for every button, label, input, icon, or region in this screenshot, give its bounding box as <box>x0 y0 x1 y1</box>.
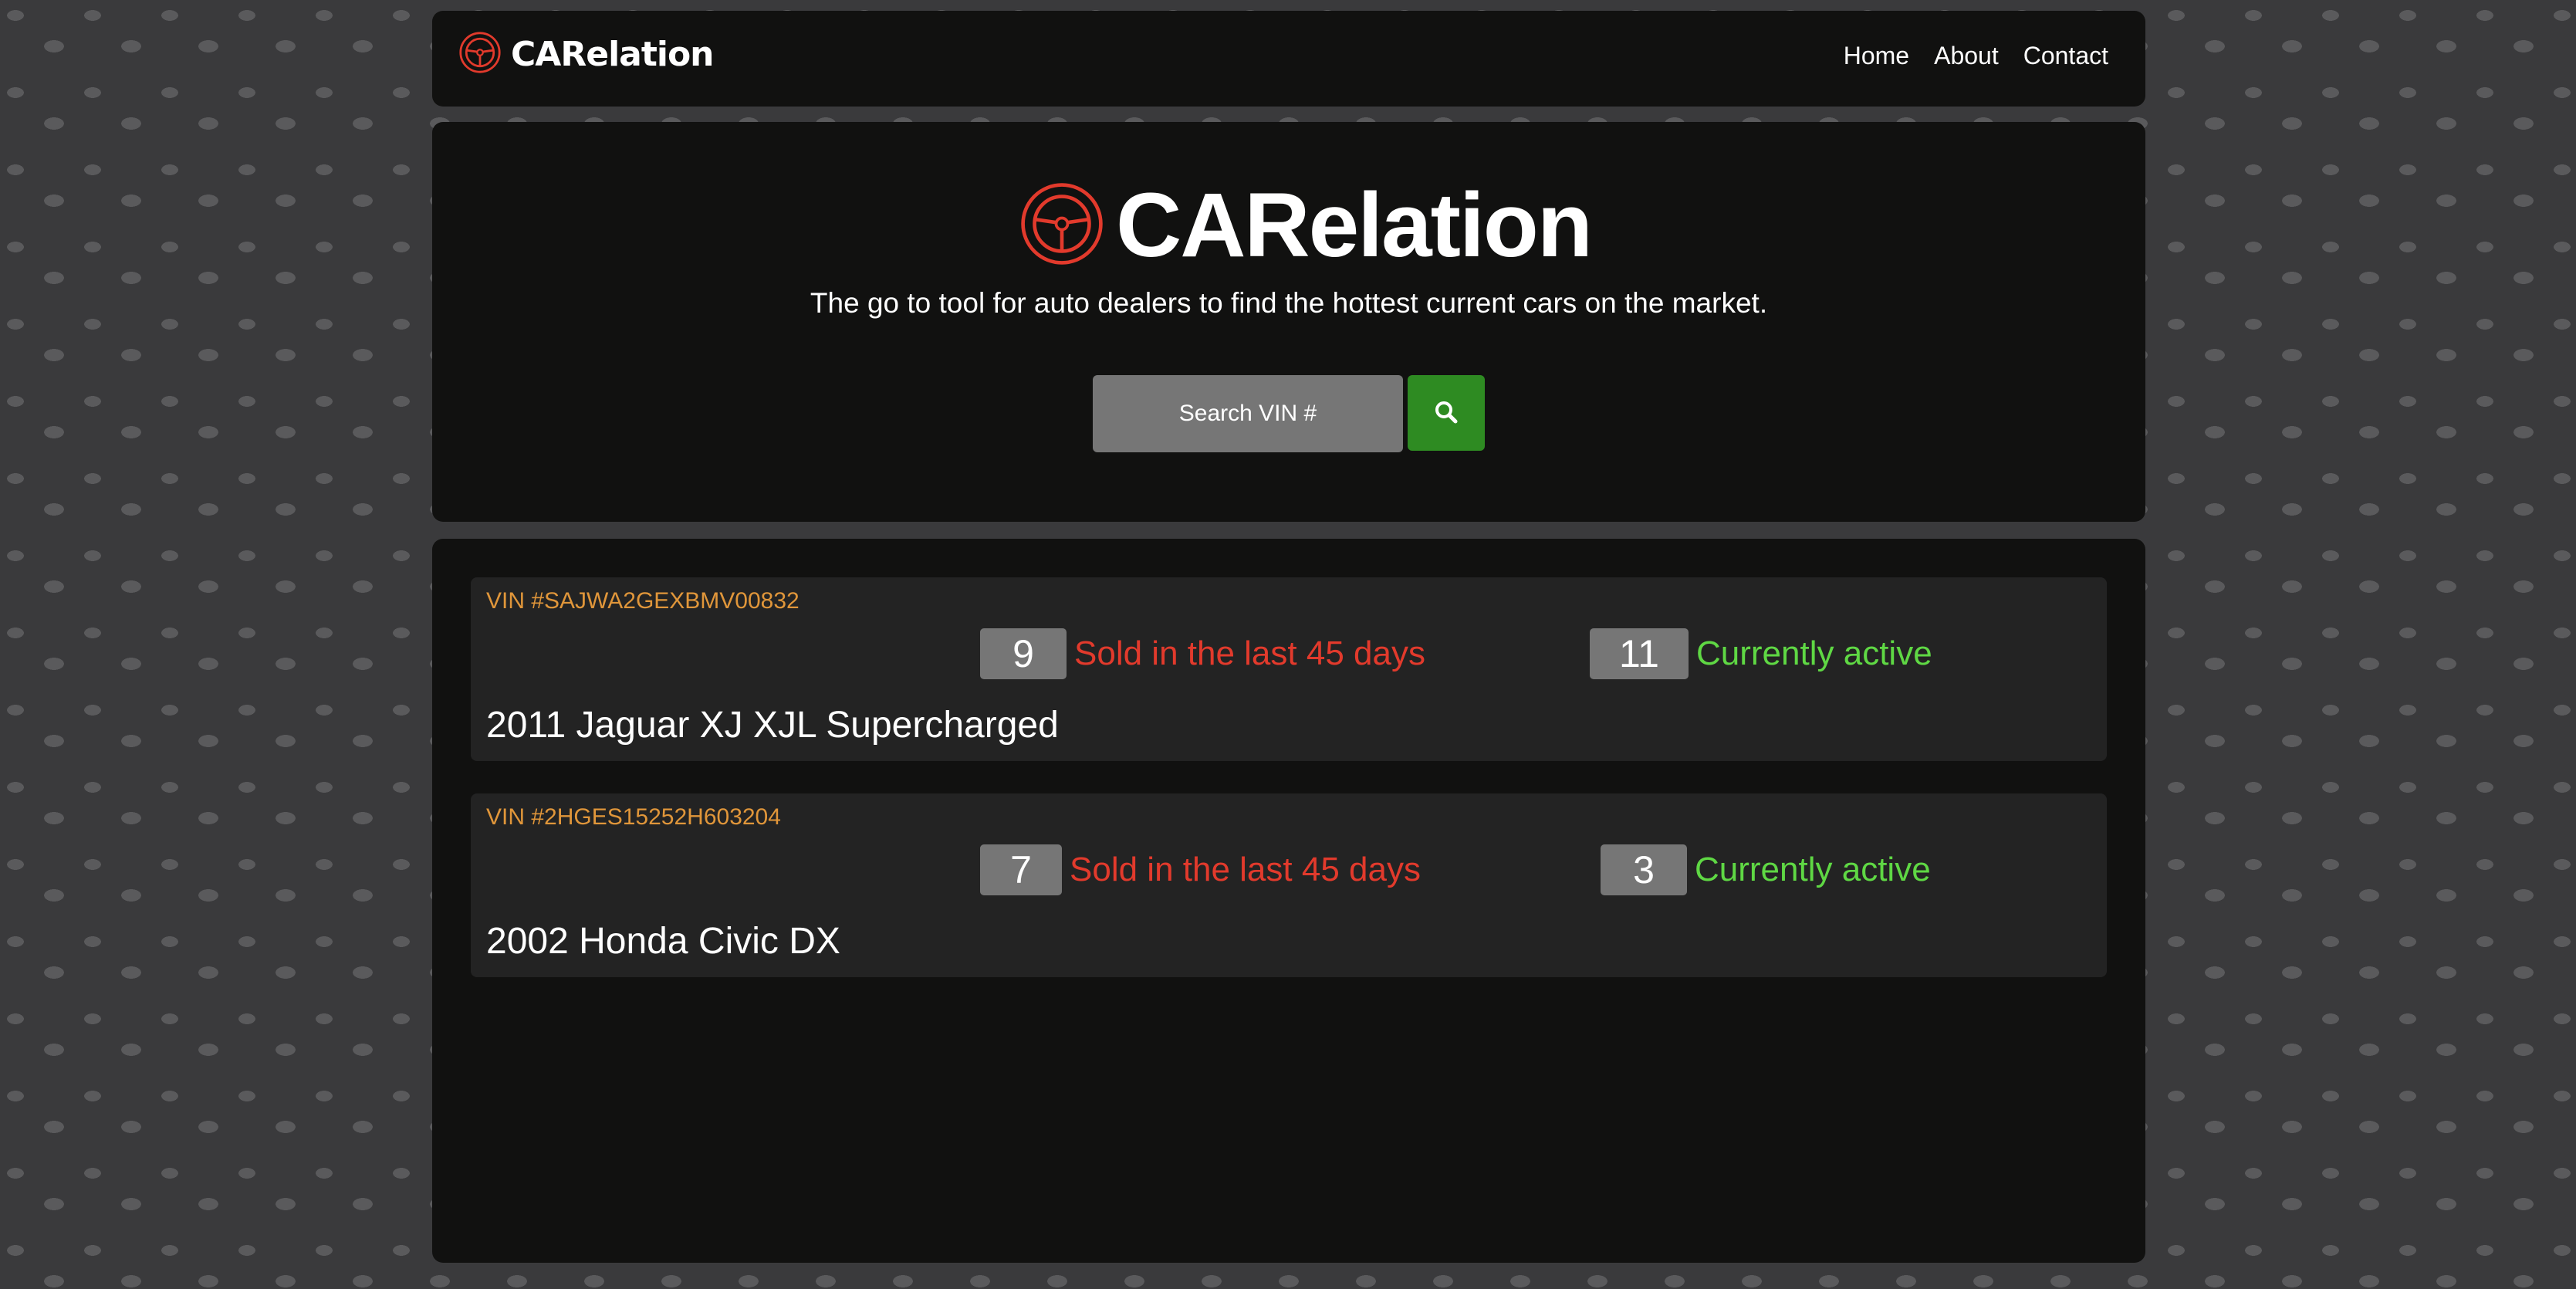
sold-stat: 7 Sold in the last 45 days <box>980 844 1421 895</box>
car-model: 2011 Jaguar XJ XJL Supercharged <box>486 705 1059 746</box>
hero-section: CARelation The go to tool for auto deale… <box>432 122 2145 522</box>
nav-home-link[interactable]: Home <box>1844 42 1909 70</box>
active-label: Currently active <box>1696 634 1932 672</box>
result-card[interactable]: VIN #2HGES15252H603204 7 Sold in the las… <box>471 793 2107 977</box>
car-model: 2002 Honda Civic DX <box>486 921 840 962</box>
active-count-badge: 3 <box>1601 844 1687 895</box>
vin-label: VIN #2HGES15252H603204 <box>486 804 781 830</box>
steering-wheel-icon <box>458 31 502 77</box>
sold-stat: 9 Sold in the last 45 days <box>980 628 1425 679</box>
active-label: Currently active <box>1695 851 1931 888</box>
brand-name: CARelation <box>511 34 715 74</box>
sold-count-badge: 7 <box>980 844 1062 895</box>
nav-links: Home About Contact <box>1844 42 2108 70</box>
sold-label: Sold in the last 45 days <box>1070 851 1421 888</box>
vin-label: VIN #SAJWA2GEXBMV00832 <box>486 588 800 614</box>
steering-wheel-icon <box>1019 181 1105 270</box>
results-section: VIN #SAJWA2GEXBMV00832 9 Sold in the las… <box>432 539 2145 1263</box>
brand-link[interactable]: CARelation <box>458 31 715 77</box>
hero-tagline: The go to tool for auto dealers to find … <box>810 287 1768 319</box>
nav-about-link[interactable]: About <box>1934 42 1999 70</box>
vin-search-input[interactable] <box>1093 375 1403 452</box>
hero-title: CARelation <box>1116 174 1593 276</box>
active-stat: 3 Currently active <box>1601 844 1931 895</box>
sold-count-badge: 9 <box>980 628 1067 679</box>
active-stat: 11 Currently active <box>1590 628 1932 679</box>
result-card[interactable]: VIN #SAJWA2GEXBMV00832 9 Sold in the las… <box>471 577 2107 761</box>
nav-contact-link[interactable]: Contact <box>2023 42 2108 70</box>
search-button[interactable] <box>1408 375 1485 451</box>
search-icon <box>1434 400 1459 427</box>
active-count-badge: 11 <box>1590 628 1689 679</box>
hero-logo: CARelation <box>1019 173 1593 278</box>
navbar: CARelation Home About Contact <box>432 11 2145 107</box>
sold-label: Sold in the last 45 days <box>1074 634 1425 672</box>
